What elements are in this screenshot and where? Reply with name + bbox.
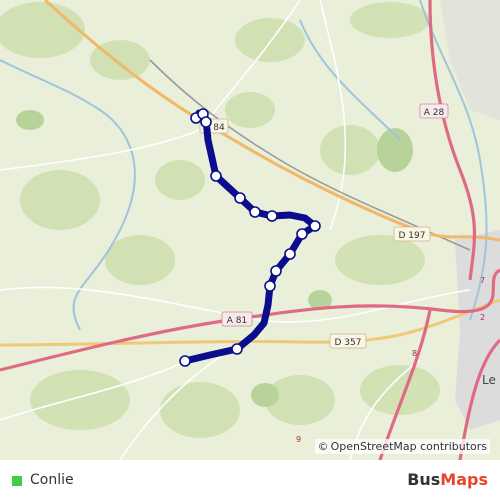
bus-stop-marker[interactable] <box>200 116 212 128</box>
attribution-text[interactable]: OpenStreetMap contributors <box>331 440 487 453</box>
busmaps-logo[interactable]: BusMaps <box>407 470 488 489</box>
bus-stop-marker[interactable] <box>284 248 296 260</box>
map-attribution[interactable]: © OpenStreetMap contributors <box>314 439 490 454</box>
bus-stop-marker[interactable] <box>179 355 191 367</box>
legend-route-label: Conlie <box>30 472 74 488</box>
brand-maps-text: Maps <box>440 470 488 489</box>
svg-text:A 81: A 81 <box>227 316 247 326</box>
bus-stop-marker[interactable] <box>296 228 308 240</box>
road-shield-d197: D 197 <box>393 226 431 242</box>
copyright-symbol: © <box>317 440 329 453</box>
bus-stop-marker[interactable] <box>231 343 243 355</box>
map-view[interactable]: A 28 A 81 D 197 D 357 84 8 9 2 7 Le © Op… <box>0 0 500 460</box>
road-shield-d357: D 357 <box>329 333 367 349</box>
road-shield-a81: A 81 <box>221 311 253 327</box>
place-label: Le <box>482 373 496 387</box>
bus-stop-marker[interactable] <box>264 280 276 292</box>
bus-stop-marker[interactable] <box>210 170 222 182</box>
svg-text:2: 2 <box>480 313 485 322</box>
svg-text:D 357: D 357 <box>335 338 362 348</box>
svg-text:7: 7 <box>480 276 485 285</box>
road-shield-a28: A 28 <box>419 103 449 119</box>
bus-stop-marker[interactable] <box>234 192 246 204</box>
bus-stop-marker[interactable] <box>270 265 282 277</box>
legend-color-swatch <box>12 476 22 486</box>
svg-text:9: 9 <box>296 435 301 444</box>
map-footer: Conlie BusMaps <box>0 460 500 500</box>
svg-text:84: 84 <box>213 123 225 133</box>
bus-stop-marker[interactable] <box>249 206 261 218</box>
svg-text:A 28: A 28 <box>424 108 445 118</box>
bus-stop-marker[interactable] <box>266 210 278 222</box>
brand-bus-text: Bus <box>407 470 441 489</box>
svg-text:D 197: D 197 <box>399 231 426 241</box>
bus-stop-marker[interactable] <box>309 220 321 232</box>
map-canvas[interactable]: A 28 A 81 D 197 D 357 84 8 9 2 7 Le <box>0 0 500 460</box>
svg-text:8: 8 <box>412 349 417 358</box>
